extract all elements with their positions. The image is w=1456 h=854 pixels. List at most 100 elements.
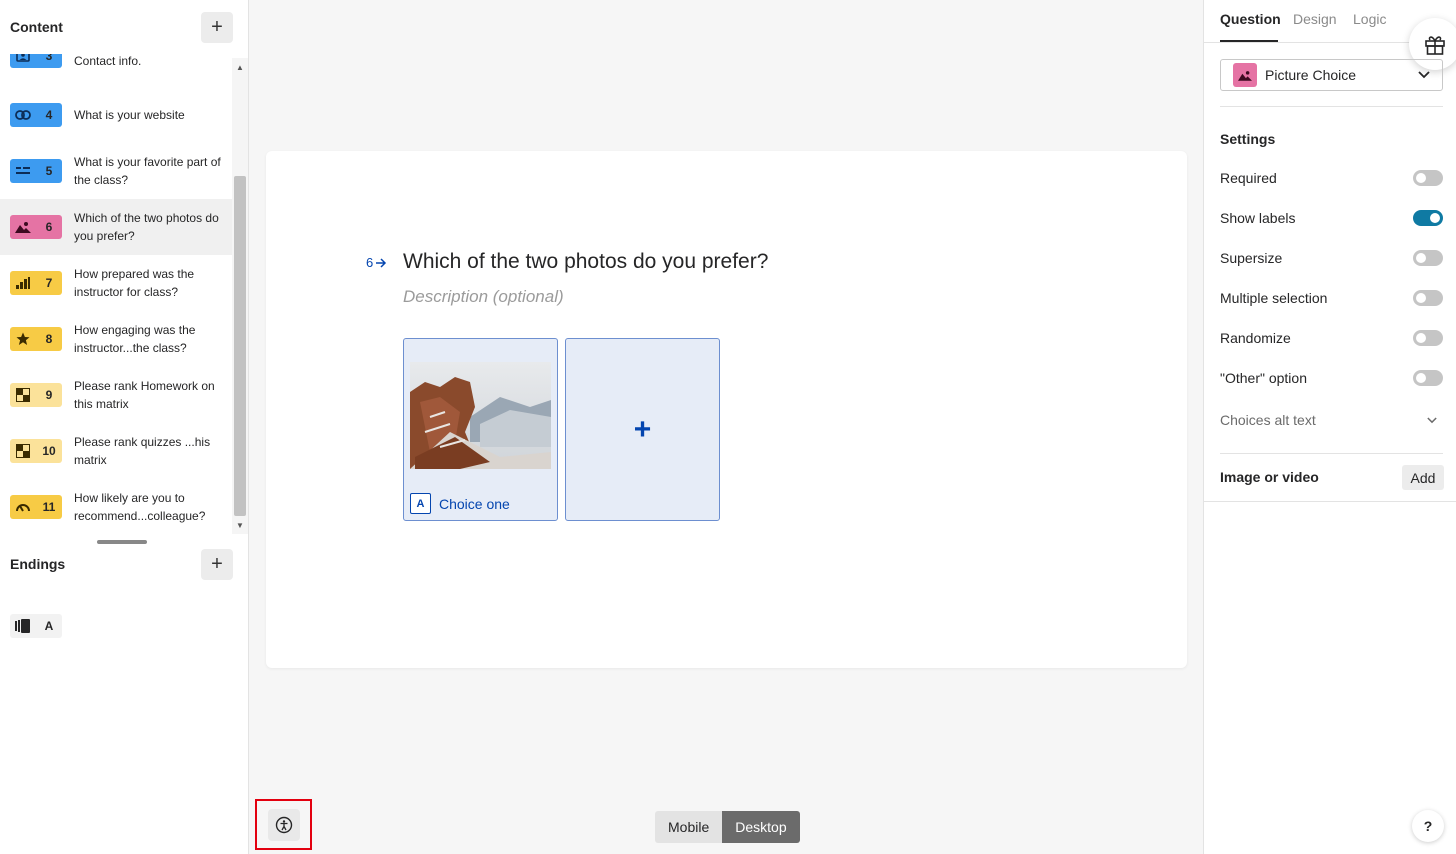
desktop-view-button[interactable]: Desktop <box>722 811 800 843</box>
other-option-toggle[interactable] <box>1413 370 1443 386</box>
tab-logic[interactable]: Logic <box>1353 11 1386 27</box>
media-title: Image or video <box>1220 469 1319 485</box>
question-badge: 11 <box>10 495 62 519</box>
arrow-right-icon <box>375 257 387 268</box>
matrix-icon <box>10 383 36 407</box>
show-labels-toggle[interactable] <box>1413 210 1443 226</box>
question-number: 10 <box>42 444 56 458</box>
setting-label: Supersize <box>1220 250 1283 266</box>
question-preview-card: 6 Which of the two photos do you prefer?… <box>266 151 1187 668</box>
question-number: 3 <box>45 54 53 63</box>
setting-supersize: Supersize <box>1220 248 1443 268</box>
choice-image <box>410 362 551 469</box>
divider <box>1220 106 1443 107</box>
question-item-6[interactable]: 6 Which of the two photos do you prefer? <box>0 199 232 255</box>
gift-icon <box>1424 33 1446 55</box>
active-tab-indicator <box>1220 40 1278 42</box>
question-item-9[interactable]: 9 Please rank Homework on this matrix <box>0 367 232 423</box>
accessibility-icon <box>267 808 300 841</box>
question-item-3[interactable]: 3 Contact info. <box>0 54 232 84</box>
question-number: 7 <box>45 276 53 290</box>
canvas-question-number: 6 <box>366 255 374 270</box>
question-badge: 4 <box>10 103 62 127</box>
gauge-icon <box>10 495 36 519</box>
question-item-11[interactable]: 11 How likely are you to recommend...col… <box>0 479 232 534</box>
setting-required: Required <box>1220 168 1443 188</box>
add-choice-button[interactable]: + <box>565 338 720 521</box>
multiple-selection-toggle[interactable] <box>1413 290 1443 306</box>
scroll-down-arrow-icon[interactable]: ▼ <box>234 521 246 531</box>
question-badge: 10 <box>10 439 62 463</box>
question-number: 9 <box>45 388 53 402</box>
contact-icon <box>10 54 36 68</box>
supersize-toggle[interactable] <box>1413 250 1443 266</box>
chevron-down-icon <box>1418 71 1430 79</box>
setting-label: Required <box>1220 170 1277 186</box>
question-item-8[interactable]: 8 How engaging was the instructor...the … <box>0 311 232 367</box>
link-icon <box>10 103 36 127</box>
description-input[interactable]: Description (optional) <box>403 287 564 307</box>
tab-question[interactable]: Question <box>1220 11 1281 27</box>
add-media-button[interactable]: Add <box>1402 465 1444 490</box>
question-number: 8 <box>45 332 53 346</box>
setting-label: "Other" option <box>1220 370 1307 386</box>
question-number: 11 <box>42 500 56 514</box>
mobile-view-button[interactable]: Mobile <box>655 811 723 843</box>
right-panel: Question Design Logic Picture Choice Set… <box>1203 0 1456 854</box>
choice-key: A <box>410 493 431 514</box>
picture-icon <box>1233 63 1257 87</box>
ending-item-a[interactable]: A <box>10 614 62 638</box>
scrollbar-thumb[interactable] <box>234 176 246 516</box>
add-content-button[interactable]: + <box>201 11 233 43</box>
setting-multiple-selection: Multiple selection <box>1220 288 1443 308</box>
scroll-up-arrow-icon[interactable]: ▲ <box>234 63 246 73</box>
question-badge: 8 <box>10 327 62 351</box>
question-number: 6 <box>45 220 53 234</box>
question-badge: 5 <box>10 159 62 183</box>
matrix-icon <box>10 439 36 463</box>
setting-label: Multiple selection <box>1220 290 1328 306</box>
randomize-toggle[interactable] <box>1413 330 1443 346</box>
tab-design[interactable]: Design <box>1293 11 1337 27</box>
choice-label-input[interactable]: Choice one <box>439 496 510 512</box>
question-item-4[interactable]: 4 What is your website <box>0 87 232 143</box>
question-label: Please rank quizzes ...his matrix <box>74 435 211 467</box>
alt-text-label: Choices alt text <box>1220 412 1316 428</box>
divider <box>1220 453 1443 454</box>
help-button[interactable]: ? <box>1412 810 1444 842</box>
question-list: 3 Contact info. 4 What is your website 5… <box>0 54 232 534</box>
bar-chart-icon <box>10 271 36 295</box>
question-badge: 7 <box>10 271 62 295</box>
question-title-input[interactable]: Which of the two photos do you prefer? <box>403 250 768 274</box>
content-header: Content + <box>0 0 249 54</box>
question-label: How engaging was the instructor...the cl… <box>74 323 196 355</box>
app: Content + 3 Contact info. 4 What is your… <box>0 0 1456 854</box>
accessibility-button[interactable] <box>255 799 312 850</box>
setting-label: Randomize <box>1220 330 1291 346</box>
question-badge: 3 <box>10 54 62 68</box>
question-item-10[interactable]: 10 Please rank quizzes ...his matrix <box>0 423 232 479</box>
choice-card-a[interactable]: A Choice one <box>403 338 558 521</box>
question-number: 5 <box>45 164 53 178</box>
required-toggle[interactable] <box>1413 170 1443 186</box>
content-title: Content <box>10 19 63 35</box>
picture-icon <box>10 215 36 239</box>
device-toggle: Mobile Desktop <box>655 811 800 843</box>
question-type-select[interactable]: Picture Choice <box>1220 59 1443 91</box>
divider <box>1204 501 1456 502</box>
add-ending-button[interactable]: + <box>201 548 233 580</box>
settings-title: Settings <box>1220 131 1276 147</box>
question-label: Which of the two photos do you prefer? <box>74 211 219 243</box>
question-item-5[interactable]: 5 What is your favorite part of the clas… <box>0 143 232 199</box>
left-sidebar: Content + 3 Contact info. 4 What is your… <box>0 0 249 854</box>
chevron-down-icon <box>1427 416 1437 424</box>
endings-header: Endings + <box>0 537 249 591</box>
question-number-indicator: 6 <box>366 255 387 270</box>
star-icon <box>10 327 36 351</box>
setting-show-labels: Show labels <box>1220 208 1443 228</box>
question-item-7[interactable]: 7 How prepared was the instructor for cl… <box>0 255 232 311</box>
choices-alt-text-expander[interactable]: Choices alt text <box>1220 410 1443 430</box>
question-type-value: Picture Choice <box>1265 67 1357 83</box>
question-badge: 6 <box>10 215 62 239</box>
ending-label: A <box>44 619 54 633</box>
